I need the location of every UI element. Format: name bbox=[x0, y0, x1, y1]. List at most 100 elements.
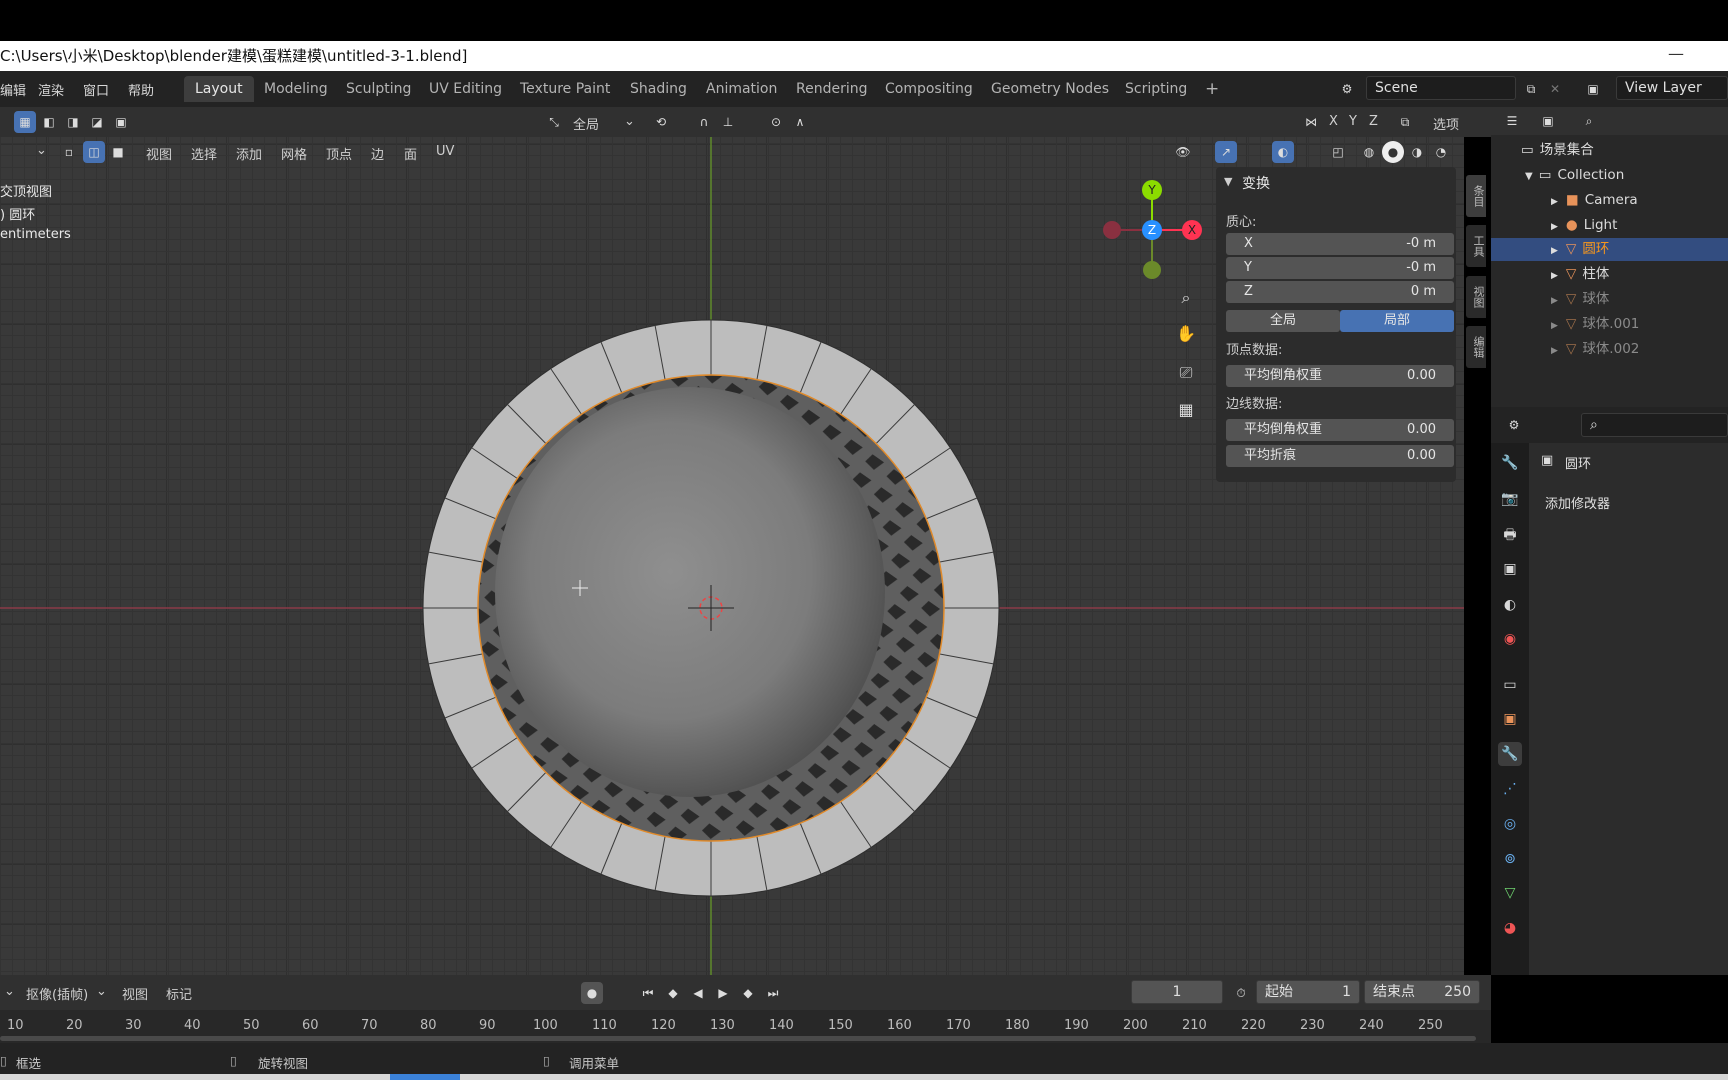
view-layer-selector[interactable]: View Layer bbox=[1616, 76, 1728, 100]
data-tab-icon[interactable]: ▽ bbox=[1498, 881, 1522, 905]
sidebar-tab-item[interactable]: 条目 bbox=[1466, 175, 1486, 217]
outliner-item-sphere-001[interactable]: ▶ ▽ 球体.001 bbox=[1491, 313, 1728, 336]
particles-tab-icon[interactable]: ⋰ bbox=[1498, 777, 1522, 801]
falloff-icon[interactable]: ∧ bbox=[789, 111, 811, 133]
solid-shading-icon[interactable]: ● bbox=[1382, 141, 1404, 163]
clock-icon[interactable]: ⏱ bbox=[1230, 982, 1252, 1004]
search-icon[interactable]: ⌕ bbox=[1578, 110, 1600, 132]
wireframe-shading-icon[interactable]: ◍ bbox=[1358, 141, 1380, 163]
edge-bevel-field[interactable]: 平均倒角权重 0.00 bbox=[1226, 419, 1454, 441]
select-intersect-icon[interactable]: ▣ bbox=[110, 111, 132, 133]
chevron-down-icon[interactable]: ⌄ bbox=[4, 984, 15, 999]
vertex-select-icon[interactable]: ▫ bbox=[58, 141, 80, 163]
keying-dropdown[interactable]: 抠像(插帧) bbox=[26, 984, 88, 1003]
prev-keyframe-icon[interactable]: ◆ bbox=[662, 982, 684, 1004]
menu-vertex[interactable]: 顶点 bbox=[326, 144, 352, 163]
chevron-down-icon[interactable]: ⌄ bbox=[96, 984, 107, 999]
world-tab-icon[interactable]: ◉ bbox=[1498, 627, 1522, 651]
menu-edit[interactable]: 编辑 bbox=[0, 80, 26, 99]
expand-icon[interactable]: ▼ bbox=[1525, 171, 1533, 182]
outliner-item-sphere-002[interactable]: ▶ ▽ 球体.002 bbox=[1491, 338, 1728, 361]
edge-crease-field[interactable]: 平均折痕 0.00 bbox=[1226, 445, 1454, 467]
editor-type-icon[interactable]: ☰ bbox=[1501, 110, 1523, 132]
ortho-grid-icon[interactable]: ▦ bbox=[1175, 399, 1197, 421]
overlay-toggle-icon[interactable]: ◐ bbox=[1272, 141, 1294, 163]
select-new-icon[interactable]: ▦ bbox=[14, 111, 36, 133]
view-layer-tab-icon[interactable]: ▣ bbox=[1498, 557, 1522, 581]
tab-scripting[interactable]: Scripting bbox=[1114, 76, 1198, 102]
select-extend-icon[interactable]: ◧ bbox=[38, 111, 60, 133]
mirror-y[interactable]: Y bbox=[1349, 114, 1357, 129]
mode-dropdown-chevron[interactable]: ⌄ bbox=[36, 143, 47, 158]
mirror-icon[interactable]: ⋈ bbox=[1300, 111, 1322, 133]
tab-modeling[interactable]: Modeling bbox=[253, 76, 339, 102]
display-mode-icon[interactable]: ▣ bbox=[1537, 110, 1559, 132]
menu-uv[interactable]: UV bbox=[436, 144, 454, 159]
vertex-bevel-field[interactable]: 平均倒角权重 0.00 bbox=[1226, 365, 1454, 387]
menu-add[interactable]: 添加 bbox=[236, 144, 262, 163]
x-field[interactable]: X -0 m bbox=[1226, 233, 1454, 255]
select-subtract-icon[interactable]: ◨ bbox=[62, 111, 84, 133]
record-icon[interactable]: ● bbox=[581, 982, 603, 1004]
visibility-eye-icon[interactable]: 👁 bbox=[1172, 141, 1194, 163]
material-shading-icon[interactable]: ◑ bbox=[1406, 141, 1428, 163]
material-tab-icon[interactable]: ◕ bbox=[1498, 916, 1522, 940]
sidebar-tab-view[interactable]: 视图 bbox=[1466, 276, 1486, 318]
sidebar-tab-tool[interactable]: 工具 bbox=[1466, 225, 1486, 267]
jump-start-icon[interactable]: ⏮ bbox=[637, 982, 659, 1004]
tab-uv-editing[interactable]: UV Editing bbox=[418, 76, 513, 102]
navigation-gizmo[interactable]: Y X Z bbox=[1098, 175, 1208, 285]
start-frame-field[interactable]: 起始 1 bbox=[1256, 980, 1360, 1004]
gizmo-toggle-icon[interactable]: ↗ bbox=[1215, 141, 1237, 163]
pan-hand-icon[interactable]: ✋ bbox=[1175, 323, 1197, 345]
delete-scene-icon[interactable]: ✕ bbox=[1544, 78, 1566, 100]
select-invert-icon[interactable]: ◪ bbox=[86, 111, 108, 133]
menu-mesh[interactable]: 网格 bbox=[281, 144, 307, 163]
play-icon[interactable]: ▶ bbox=[712, 982, 734, 1004]
minimize-button[interactable]: — bbox=[1664, 41, 1688, 71]
jump-end-icon[interactable]: ⏭ bbox=[762, 982, 784, 1004]
physics-tab-icon[interactable]: ◎ bbox=[1498, 812, 1522, 836]
add-modifier-button[interactable]: 添加修改器 bbox=[1537, 493, 1728, 517]
orientation-dropdown[interactable]: 全局 bbox=[573, 114, 599, 133]
auto-merge-icon[interactable]: ⧉ bbox=[1394, 111, 1416, 133]
current-frame-field[interactable]: 1 bbox=[1131, 980, 1223, 1004]
mirror-z[interactable]: Z bbox=[1369, 114, 1378, 129]
collapse-icon[interactable]: ▼ bbox=[1224, 175, 1232, 188]
outliner-item-light[interactable]: ▶ ● Light bbox=[1491, 214, 1728, 237]
new-scene-icon[interactable]: ⧉ bbox=[1520, 78, 1542, 100]
tool-tab-icon[interactable]: 🔧 bbox=[1498, 451, 1522, 475]
rendered-shading-icon[interactable]: ◔ bbox=[1430, 141, 1452, 163]
menu-edge[interactable]: 边 bbox=[371, 144, 384, 163]
chevron-down-icon[interactable]: ⌄ bbox=[624, 114, 635, 129]
outliner-scene-collection[interactable]: ▭ 场景集合 bbox=[1491, 139, 1728, 162]
proportional-edit-icon[interactable]: ⊙ bbox=[765, 111, 787, 133]
menu-help[interactable]: 帮助 bbox=[128, 80, 154, 99]
tab-layout[interactable]: Layout bbox=[184, 76, 254, 102]
tab-animation[interactable]: Animation bbox=[695, 76, 788, 102]
scene-selector[interactable]: Scene bbox=[1366, 76, 1516, 100]
output-tab-icon[interactable]: 🖶 bbox=[1498, 523, 1522, 547]
menu-render[interactable]: 渲染 bbox=[38, 80, 64, 99]
render-tab-icon[interactable]: 📷 bbox=[1498, 487, 1522, 511]
zoom-icon[interactable]: ⌕ bbox=[1175, 287, 1197, 309]
local-button[interactable]: 局部 bbox=[1340, 310, 1454, 332]
snap-icon[interactable]: ∩ bbox=[693, 111, 715, 133]
properties-search-icon[interactable]: ⌕ bbox=[1581, 413, 1728, 437]
y-field[interactable]: Y -0 m bbox=[1226, 257, 1454, 279]
outliner-item-torus[interactable]: ▶ ▽ 圆环 bbox=[1491, 238, 1728, 261]
edge-select-icon[interactable]: ◫ bbox=[83, 141, 105, 163]
menu-select[interactable]: 选择 bbox=[191, 144, 217, 163]
timeline-marker-menu[interactable]: 标记 bbox=[166, 984, 192, 1003]
pivot-icon[interactable]: ⟲ bbox=[650, 111, 672, 133]
outliner-item-sphere[interactable]: ▶ ▽ 球体 bbox=[1491, 288, 1728, 311]
object-tab-icon[interactable]: ▣ bbox=[1498, 707, 1522, 731]
z-field[interactable]: Z 0 m bbox=[1226, 281, 1454, 303]
global-button[interactable]: 全局 bbox=[1226, 310, 1340, 332]
timeline-view-menu[interactable]: 视图 bbox=[122, 984, 148, 1003]
tab-sculpting[interactable]: Sculpting bbox=[335, 76, 422, 102]
collection-tab-icon[interactable]: ▭ bbox=[1498, 673, 1522, 697]
mirror-x[interactable]: X bbox=[1329, 114, 1338, 129]
snap-target-icon[interactable]: ⊥ bbox=[717, 111, 739, 133]
scene-tab-icon[interactable]: ◐ bbox=[1498, 593, 1522, 617]
